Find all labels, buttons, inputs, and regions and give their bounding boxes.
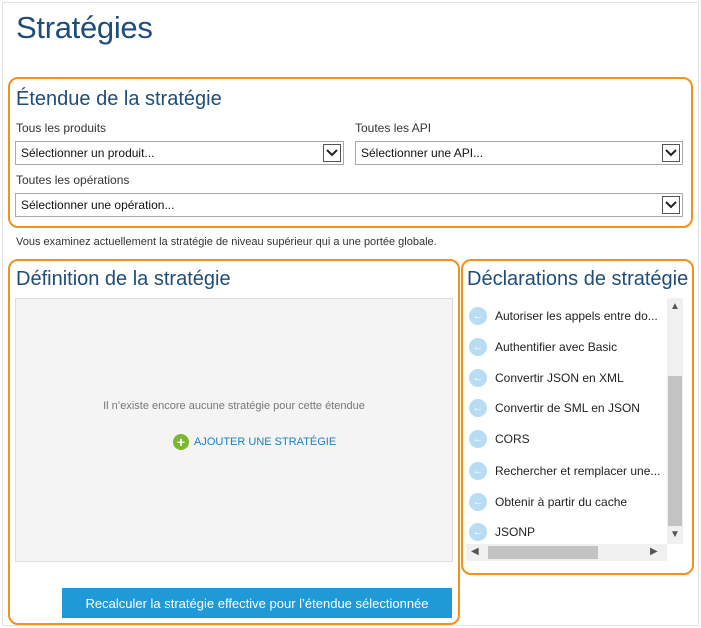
apis-label: Toutes les API [355, 121, 432, 135]
arrow-left-icon: ← [469, 369, 487, 387]
api-select[interactable]: Sélectionner une API... [355, 141, 683, 165]
arrow-left-icon: ← [469, 462, 487, 480]
chevron-down-icon[interactable] [662, 144, 680, 162]
page-title: Stratégies [16, 10, 153, 45]
product-select[interactable]: Sélectionner un produit... [15, 141, 344, 165]
horizontal-scroll-thumb[interactable] [488, 546, 598, 559]
plus-icon: + [173, 434, 189, 450]
scope-note: Vous examinez actuellement la stratégie … [16, 236, 437, 248]
declaration-label: Autoriser les appels entre do... [495, 309, 658, 323]
horizontal-scrollbar[interactable]: ◀ ▶ [466, 544, 667, 561]
add-policy-link[interactable]: + AJOUTER UNE STRATÉGIE [173, 434, 336, 450]
arrow-left-icon: ← [469, 338, 487, 356]
arrow-left-icon: ← [469, 399, 487, 417]
api-select-value: Sélectionner une API... [361, 146, 484, 160]
declaration-label: Authentifier avec Basic [495, 340, 618, 354]
empty-message: Il n’existe encore aucune stratégie pour… [103, 400, 365, 412]
scroll-right-icon[interactable]: ▶ [650, 547, 658, 557]
scope-title: Étendue de la stratégie [16, 88, 222, 110]
arrow-left-icon: ← [469, 523, 487, 541]
declaration-label: JSONP [495, 525, 536, 539]
definition-title: Définition de la stratégie [16, 268, 231, 290]
declarations-title: Déclarations de stratégie [467, 268, 689, 290]
list-item[interactable]: ← Autoriser les appels entre do... [469, 305, 658, 327]
chevron-down-icon[interactable] [323, 144, 341, 162]
arrow-left-icon: ← [469, 307, 487, 325]
list-item[interactable]: ← Convertir de SML en JSON [469, 397, 640, 419]
product-select-value: Sélectionner un produit... [21, 146, 155, 160]
operation-select-value: Sélectionner une opération... [21, 198, 175, 212]
list-item[interactable]: ← CORS [469, 428, 530, 450]
vertical-scroll-thumb[interactable] [668, 376, 682, 526]
scroll-left-icon[interactable]: ◀ [471, 547, 479, 557]
add-policy-label: AJOUTER UNE STRATÉGIE [194, 436, 337, 448]
arrow-left-icon: ← [469, 430, 487, 448]
list-item[interactable]: ← JSONP [469, 521, 535, 543]
declarations-list: ← Autoriser les appels entre do... ← Aut… [466, 298, 684, 562]
operations-label: Toutes les opérations [16, 173, 130, 187]
chevron-down-icon[interactable] [662, 196, 680, 214]
scroll-down-icon[interactable]: ▼ [670, 530, 680, 540]
operation-select[interactable]: Sélectionner une opération... [15, 193, 683, 217]
declaration-label: CORS [495, 432, 530, 446]
list-item[interactable]: ← Convertir JSON en XML [469, 367, 624, 389]
vertical-scrollbar[interactable]: ▲ ▼ [667, 298, 683, 544]
list-item[interactable]: ← Obtenir à partir du cache [469, 491, 627, 513]
scroll-up-icon[interactable]: ▲ [670, 302, 680, 312]
arrow-left-icon: ← [469, 493, 487, 511]
declaration-label: Obtenir à partir du cache [495, 495, 628, 509]
declaration-label: Rechercher et remplacer une... [495, 464, 661, 478]
list-item[interactable]: ← Rechercher et remplacer une... [469, 460, 660, 482]
list-item[interactable]: ← Authentifier avec Basic [469, 336, 617, 358]
policy-editor: Il n’existe encore aucune stratégie pour… [15, 298, 453, 562]
declaration-label: Convertir JSON en XML [495, 371, 624, 385]
declaration-label: Convertir de SML en JSON [495, 401, 640, 415]
recalculate-button[interactable]: Recalculer la stratégie effective pour l… [62, 588, 452, 618]
products-label: Tous les produits [16, 121, 107, 135]
